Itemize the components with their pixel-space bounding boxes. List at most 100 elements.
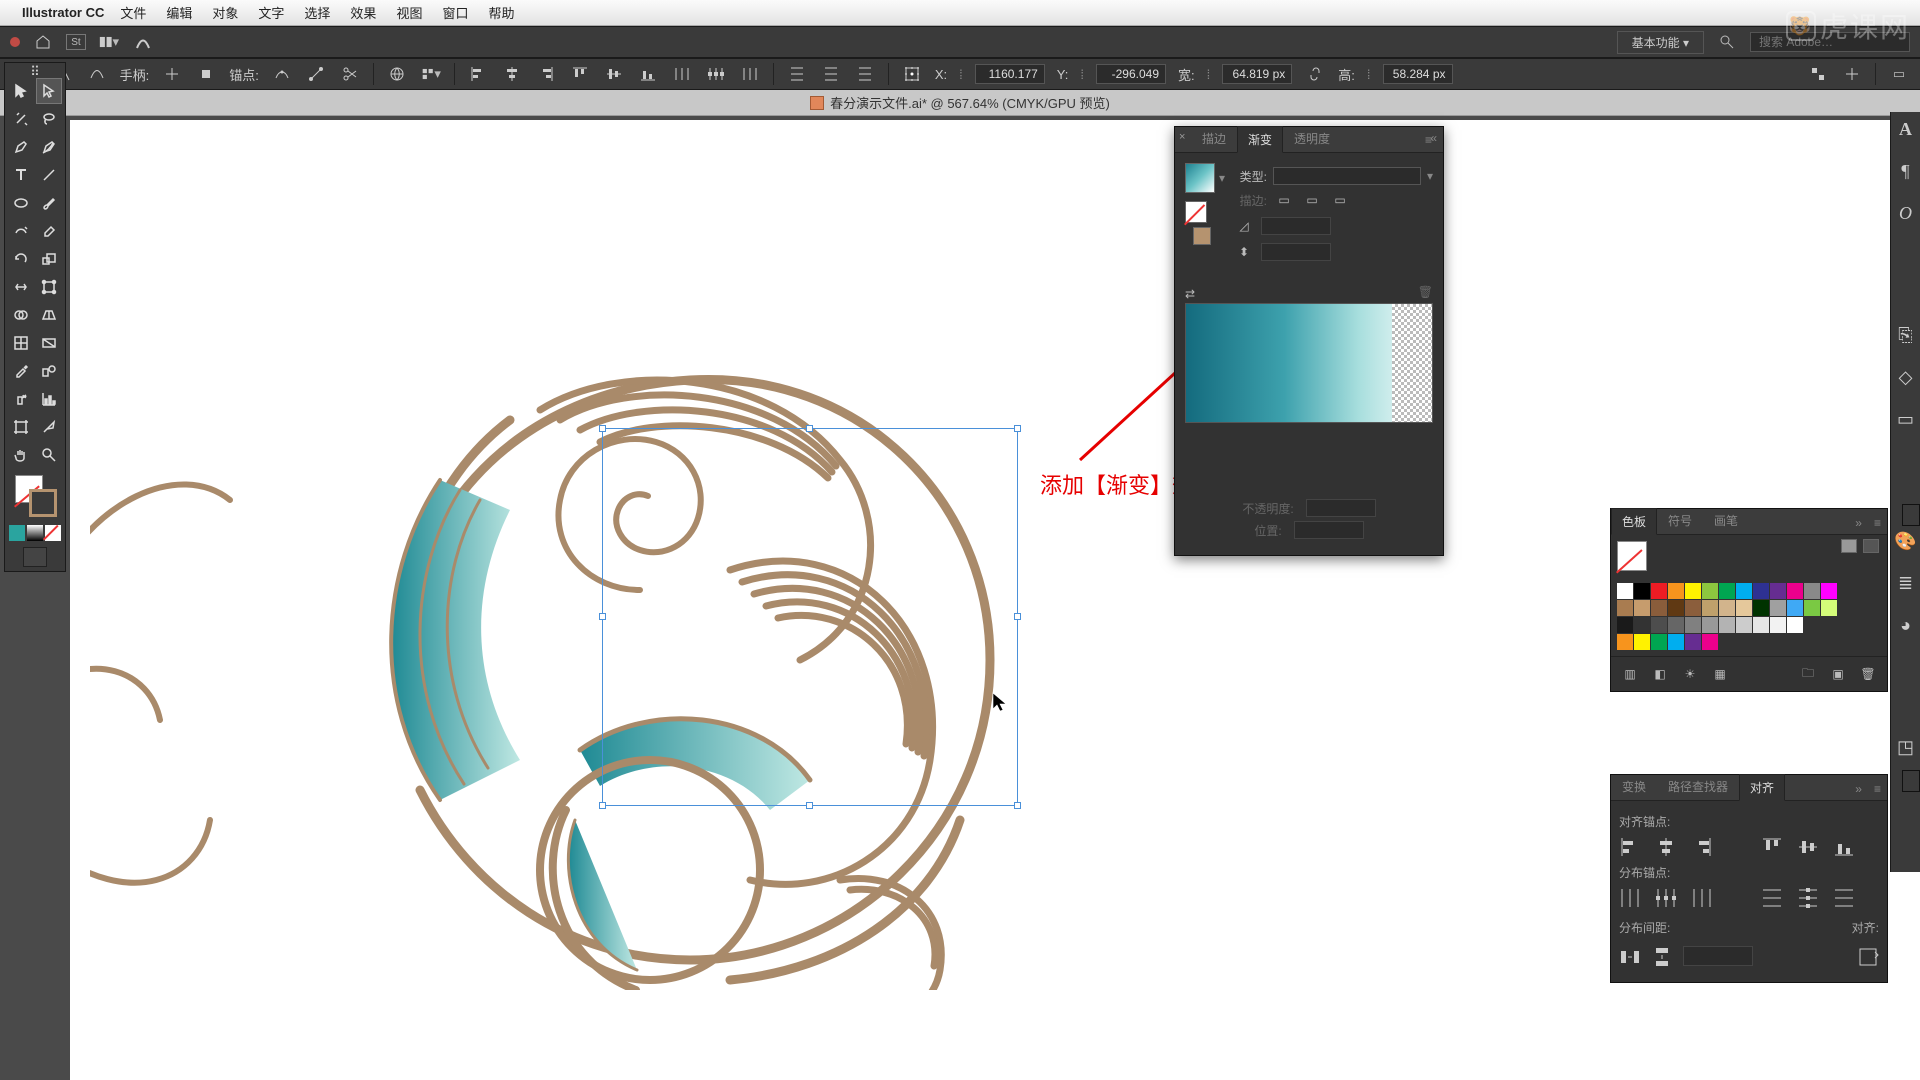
tab-brushes[interactable]: 画笔 <box>1703 507 1749 534</box>
swatch[interactable] <box>1736 600 1752 616</box>
swatch[interactable] <box>1719 600 1735 616</box>
swatch[interactable] <box>1651 583 1667 599</box>
anchor-dist-vcenter-icon[interactable] <box>1797 887 1819 909</box>
selection-bounding-box[interactable] <box>602 428 1018 806</box>
swatch[interactable] <box>1617 617 1633 633</box>
anchor-align-right-icon[interactable] <box>1691 836 1713 858</box>
line-tool[interactable] <box>36 162 62 188</box>
anchor-align-top-icon[interactable] <box>1761 836 1783 858</box>
bbox-handle-bc[interactable] <box>806 802 813 809</box>
align-pixel-icon[interactable] <box>1841 63 1863 85</box>
expand-panel-icon[interactable]: » <box>1849 778 1868 800</box>
dist-bottom-icon[interactable] <box>854 63 876 85</box>
menu-type[interactable]: 文字 <box>258 3 284 22</box>
swatch[interactable] <box>1821 583 1837 599</box>
type-tool[interactable] <box>8 162 34 188</box>
swatch[interactable] <box>1668 600 1684 616</box>
panel-menu-icon[interactable]: ▭ <box>1888 63 1910 85</box>
anchor-dist-top-icon[interactable] <box>1761 887 1783 909</box>
swatch[interactable] <box>1685 600 1701 616</box>
stroke-gradient-swatch[interactable] <box>1193 227 1211 245</box>
bbox-handle-br[interactable] <box>1014 802 1021 809</box>
navigator-panel-icon[interactable]: ◳ <box>1895 736 1917 758</box>
tab-transform[interactable]: 变换 <box>1611 773 1657 800</box>
align-left-icon[interactable] <box>467 63 489 85</box>
anchor-dist-bottom-icon[interactable] <box>1833 887 1855 909</box>
align-bottom-icon[interactable] <box>637 63 659 85</box>
home-icon[interactable] <box>32 31 54 53</box>
tab-symbols[interactable]: 符号 <box>1657 507 1703 534</box>
expand-panel-icon[interactable]: » <box>1849 512 1868 534</box>
swatch[interactable] <box>1651 617 1667 633</box>
tab-swatches[interactable]: 色板 <box>1611 508 1657 535</box>
panel-grip-icon[interactable]: ⠿ <box>7 67 63 77</box>
close-window-button[interactable] <box>10 37 20 47</box>
swatch[interactable] <box>1651 600 1667 616</box>
dist-top-icon[interactable] <box>786 63 808 85</box>
gradient-mode-swatch[interactable] <box>27 525 43 541</box>
align-hcenter-icon[interactable] <box>501 63 523 85</box>
gradient-type-select[interactable] <box>1273 167 1421 185</box>
chevron-down-icon[interactable]: ▾ <box>1427 169 1433 183</box>
swatch[interactable] <box>1617 634 1633 650</box>
swatches-panel[interactable]: 色板 符号 画笔 » ≡ ▥ ◧ ☀ ▦ 🗀 ▣ 🗑 <box>1610 508 1888 692</box>
app-name[interactable]: Illustrator CC <box>22 5 104 20</box>
swatch[interactable] <box>1668 634 1684 650</box>
swatch[interactable] <box>1770 617 1786 633</box>
dist-spacing-h-icon[interactable] <box>1619 946 1641 968</box>
ref-point-icon[interactable] <box>901 63 923 85</box>
link-wh-icon[interactable] <box>1304 63 1326 85</box>
bbox-handle-tl[interactable] <box>599 425 606 432</box>
menu-window[interactable]: 窗口 <box>442 3 468 22</box>
paragraph-panel-icon[interactable]: ¶ <box>1895 160 1917 182</box>
shape-builder-tool[interactable] <box>8 302 34 328</box>
menu-view[interactable]: 视图 <box>396 3 422 22</box>
panel-collapse-tab-icon[interactable] <box>1902 504 1920 526</box>
symbol-sprayer-tool[interactable] <box>8 386 34 412</box>
swatch[interactable] <box>1702 634 1718 650</box>
artboards-panel-icon[interactable]: ▭ <box>1895 408 1917 430</box>
swatch[interactable] <box>1804 583 1820 599</box>
menu-help[interactable]: 帮助 <box>488 3 514 22</box>
swatch[interactable] <box>1753 583 1769 599</box>
tab-stroke[interactable]: 描边 <box>1191 125 1237 152</box>
swatch-fill-indicator[interactable] <box>1617 541 1647 571</box>
swatch[interactable] <box>1685 634 1701 650</box>
swatch-options-icon[interactable]: ☀ <box>1679 663 1701 685</box>
color-panel-icon[interactable]: 🎨 <box>1895 530 1917 552</box>
swatch[interactable] <box>1736 617 1752 633</box>
menu-select[interactable]: 选择 <box>304 3 330 22</box>
eyedropper-tool[interactable] <box>8 358 34 384</box>
dist-hcenter-icon[interactable] <box>705 63 727 85</box>
swatch-lib-icon[interactable]: ▥ <box>1619 663 1641 685</box>
bbox-handle-tr[interactable] <box>1014 425 1021 432</box>
swatch[interactable] <box>1634 634 1650 650</box>
swatch[interactable] <box>1617 600 1633 616</box>
opentype-panel-icon[interactable]: O <box>1895 202 1917 224</box>
search-icon[interactable] <box>1716 31 1738 53</box>
no-gradient-swatch[interactable] <box>1185 201 1207 223</box>
gradient-panel[interactable]: × « 描边 渐变 透明度 ≡ ▾ 类型: ▾ 描边: ▭ ▭ ▭ ◿ ⬍ ⇄ … <box>1174 126 1444 556</box>
swatch[interactable] <box>1634 617 1650 633</box>
spacing-value-input[interactable] <box>1683 946 1753 966</box>
pixel-snap-icon[interactable] <box>1807 63 1829 85</box>
scale-tool[interactable] <box>36 246 62 272</box>
ellipse-tool[interactable] <box>8 190 34 216</box>
export-panel-icon[interactable]: ⎘ <box>1895 324 1917 346</box>
swatch[interactable] <box>1804 617 1820 633</box>
stroke-swatch[interactable] <box>29 489 57 517</box>
arrange-docs-icon[interactable]: ▾ <box>98 31 120 53</box>
dist-vcenter-icon[interactable] <box>820 63 842 85</box>
magic-wand-tool[interactable] <box>8 106 34 132</box>
dist-right-icon[interactable] <box>739 63 761 85</box>
panel-collapse-icon[interactable]: « <box>1430 131 1437 145</box>
perspective-grid-tool[interactable] <box>36 302 62 328</box>
swatch[interactable] <box>1736 583 1752 599</box>
swatch[interactable] <box>1821 617 1837 633</box>
swatch[interactable] <box>1787 583 1803 599</box>
tab-align[interactable]: 对齐 <box>1739 774 1785 801</box>
curvature-tool[interactable] <box>36 134 62 160</box>
rotate-tool[interactable] <box>8 246 34 272</box>
swatch[interactable] <box>1753 617 1769 633</box>
artboard-tool[interactable] <box>8 414 34 440</box>
